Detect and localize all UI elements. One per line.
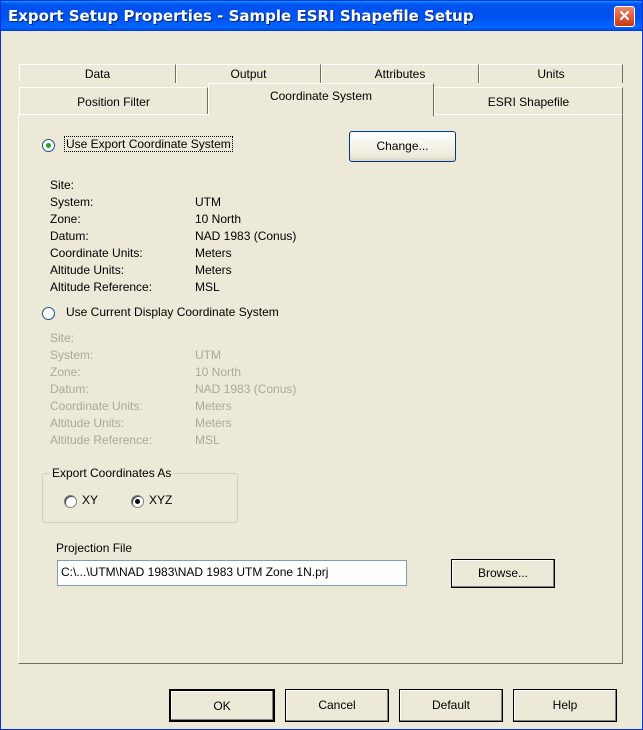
browse-button[interactable]: Browse...	[451, 559, 555, 588]
display-zone-label: Zone:	[50, 365, 81, 379]
export-zone-value: 10 North	[195, 212, 242, 226]
tab-position-filter[interactable]: Position Filter	[19, 87, 208, 114]
export-alt-ref-value: MSL	[195, 280, 220, 294]
tab-attributes[interactable]: Attributes	[321, 64, 479, 83]
export-coordinates-group: Export Coordinates As XY XYZ	[42, 466, 238, 523]
export-cs-radio[interactable]	[42, 139, 55, 152]
tab-output[interactable]: Output	[176, 64, 321, 83]
export-system-value: UTM	[195, 195, 221, 209]
export-cs-label[interactable]: Use Export Coordinate System	[64, 136, 233, 152]
tab-position-filter-label: Position Filter	[77, 95, 150, 109]
projection-file-input[interactable]: C:\...\UTM\NAD 1983\NAD 1983 UTM Zone 1N…	[57, 560, 407, 586]
xy-label[interactable]: XY	[82, 493, 98, 507]
window-title: Export Setup Properties - Sample ESRI Sh…	[8, 7, 474, 25]
display-alt-ref-label: Altitude Reference:	[50, 433, 153, 447]
export-datum-label: Datum:	[50, 229, 89, 243]
ok-button[interactable]: OK	[169, 689, 275, 722]
xy-radio[interactable]	[64, 495, 77, 508]
tab-coordinate-system-label: Coordinate System	[269, 89, 373, 103]
projection-file-label: Projection File	[56, 541, 133, 555]
tab-data-label: Data	[84, 67, 111, 81]
change-button-label: Change...	[376, 139, 429, 153]
export-alt-units-value: Meters	[195, 263, 232, 277]
tab-attributes-label: Attributes	[374, 67, 426, 81]
export-alt-units-label: Altitude Units:	[50, 263, 125, 277]
change-button[interactable]: Change...	[349, 131, 456, 162]
display-alt-units-label: Altitude Units:	[50, 416, 125, 430]
title-bar[interactable]: Export Setup Properties - Sample ESRI Sh…	[1, 1, 642, 31]
ok-button-label: OK	[213, 699, 231, 713]
display-system-value: UTM	[195, 348, 221, 362]
export-coord-units-value: Meters	[195, 246, 232, 260]
tab-data[interactable]: Data	[19, 64, 176, 83]
export-coord-units-label: Coordinate Units:	[50, 246, 143, 260]
dialog-window: Export Setup Properties - Sample ESRI Sh…	[0, 0, 643, 730]
export-system-label: System:	[50, 195, 94, 209]
display-site-label: Site:	[50, 331, 75, 345]
cancel-button[interactable]: Cancel	[285, 689, 389, 722]
radio-selected-dot	[135, 499, 140, 504]
display-cs-label[interactable]: Use Current Display Coordinate System	[66, 305, 279, 319]
tab-coordinate-system[interactable]: Coordinate System	[208, 83, 434, 116]
help-button[interactable]: Help	[513, 689, 617, 722]
help-button-label: Help	[552, 698, 578, 712]
tab-strip: Data Output Attributes Units Position Fi…	[17, 63, 625, 116]
display-zone-value: 10 North	[195, 365, 242, 379]
tab-esri-shapefile-label: ESRI Shapefile	[487, 95, 570, 109]
display-alt-units-value: Meters	[195, 416, 232, 430]
export-site-label: Site:	[50, 178, 75, 192]
cancel-button-label: Cancel	[318, 698, 356, 712]
xyz-radio[interactable]	[131, 495, 144, 508]
default-button-label: Default	[431, 698, 471, 712]
display-datum-label: Datum:	[50, 382, 89, 396]
close-button[interactable]: ✕	[614, 6, 635, 27]
display-datum-value: NAD 1983 (Conus)	[195, 382, 297, 396]
export-datum-value: NAD 1983 (Conus)	[195, 229, 297, 243]
display-cs-radio[interactable]	[42, 307, 55, 320]
export-alt-ref-label: Altitude Reference:	[50, 280, 153, 294]
tab-units[interactable]: Units	[479, 64, 623, 83]
display-coord-units-value: Meters	[195, 399, 232, 413]
export-cs-label-text: Use Export Coordinate System	[66, 137, 231, 151]
radio-selected-dot	[46, 143, 51, 148]
display-alt-ref-value: MSL	[195, 433, 220, 447]
display-system-label: System:	[50, 348, 94, 362]
tab-output-label: Output	[230, 67, 267, 81]
default-button[interactable]: Default	[399, 689, 503, 722]
projection-file-value: C:\...\UTM\NAD 1983\NAD 1983 UTM Zone 1N…	[61, 565, 329, 579]
close-icon: ✕	[618, 8, 631, 25]
xyz-label[interactable]: XYZ	[149, 493, 172, 507]
tab-units-label: Units	[537, 67, 565, 81]
browse-button-label: Browse...	[477, 566, 528, 580]
export-coordinates-group-title: Export Coordinates As	[50, 466, 174, 480]
tab-esri-shapefile[interactable]: ESRI Shapefile	[434, 87, 623, 114]
export-zone-label: Zone:	[50, 212, 81, 226]
coordinate-system-panel: Use Export Coordinate System Change... S…	[18, 114, 623, 664]
display-coord-units-label: Coordinate Units:	[50, 399, 143, 413]
